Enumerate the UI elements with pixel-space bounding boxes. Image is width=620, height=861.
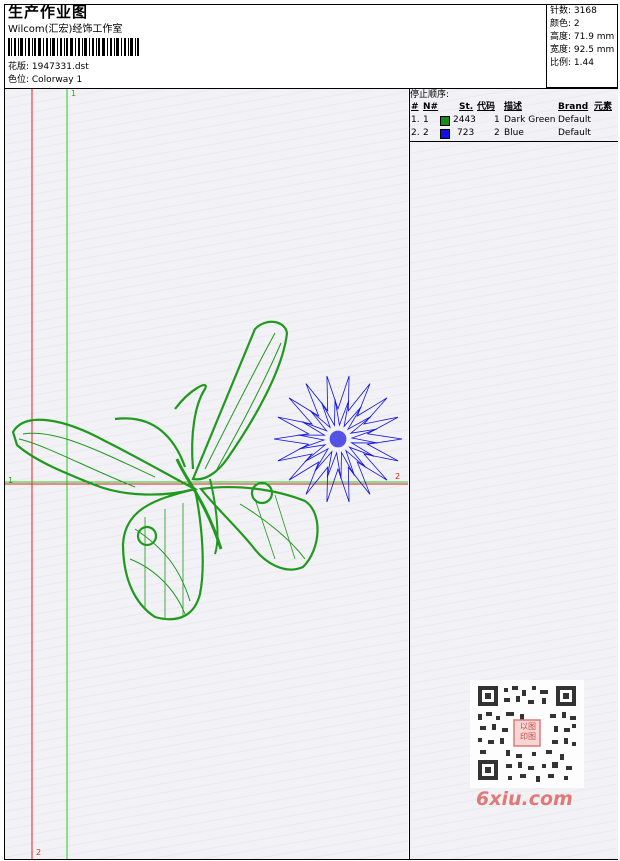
row2-color-swatch: [440, 129, 450, 139]
design-canvas[interactable]: 1 1 2 2: [5, 89, 408, 859]
design-scale: 比例: 1.44: [550, 58, 594, 68]
col-description: 描述: [504, 102, 523, 112]
row2-needle: 2: [423, 128, 429, 138]
row1-index: 1.: [411, 115, 420, 125]
col-index: #: [411, 102, 419, 112]
green-butterfly-design: [11, 320, 319, 621]
blue-flower-design: [273, 375, 403, 503]
marker-green-top: 1: [71, 89, 77, 98]
col-brand: Brand: [558, 102, 589, 112]
row1-code: 1: [494, 115, 500, 125]
row1-description: Dark Green: [504, 115, 556, 125]
embroidery-preview: [5, 89, 408, 859]
color-count: 颜色: 2: [550, 19, 580, 29]
row2-stitches: 723: [457, 128, 475, 138]
page-title: 生产作业图: [8, 3, 89, 21]
col-code: 代码: [477, 102, 496, 112]
row2-code: 2: [494, 128, 500, 138]
col-needle: N#: [423, 102, 439, 112]
col-stitches: St.: [459, 102, 474, 112]
marker-red-right: 2: [395, 472, 401, 481]
watermark-logo: 6xiu.com: [476, 788, 573, 810]
row1-color-swatch: [440, 116, 450, 126]
row2-brand: Default: [558, 128, 591, 138]
barcode: [8, 38, 139, 56]
design-width: 宽度: 92.5 mm: [550, 45, 615, 55]
col-element: 元素: [594, 102, 613, 112]
stitch-count: 针数: 3168: [550, 6, 597, 16]
seal-stamp: 以图印图: [520, 722, 536, 741]
studio-name: Wilcom(汇宏)经饰工作室: [8, 24, 123, 35]
row2-description: Blue: [504, 128, 524, 138]
colorway-label: 色位: Colorway 1: [8, 75, 83, 85]
table-bottom-border: [409, 141, 618, 142]
row1-needle: 1: [423, 115, 429, 125]
design-file-label: 花版: 1947331.dst: [8, 62, 89, 72]
row1-stitches: 2443: [453, 115, 476, 125]
design-height: 高度: 71.9 mm: [550, 32, 615, 42]
flower-center: [329, 430, 347, 448]
marker-red-bottom: 2: [36, 848, 42, 857]
row1-brand: Default: [558, 115, 591, 125]
row2-index: 2.: [411, 128, 420, 138]
stop-sequence-title: 停止顺序:: [410, 90, 450, 100]
marker-green-left: 1: [8, 476, 14, 485]
